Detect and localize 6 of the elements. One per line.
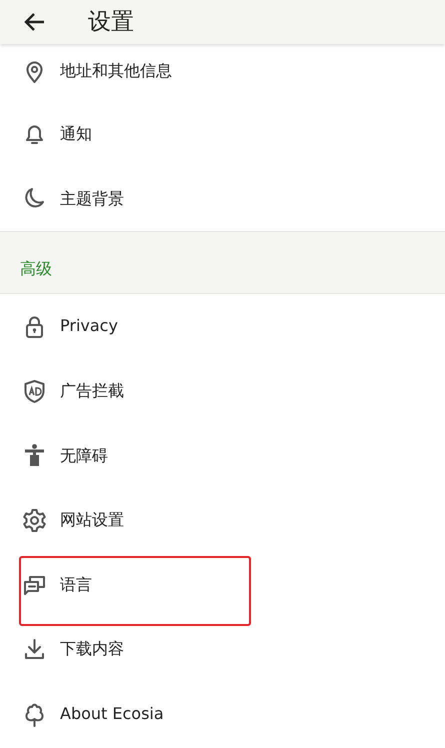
accessibility-person-icon — [22, 443, 47, 468]
section-header: 高级 — [20, 258, 52, 280]
download-icon — [22, 636, 47, 662]
page-title: 设置 — [88, 8, 134, 37]
ad-shield-icon — [22, 378, 47, 404]
gear-icon — [22, 508, 47, 533]
